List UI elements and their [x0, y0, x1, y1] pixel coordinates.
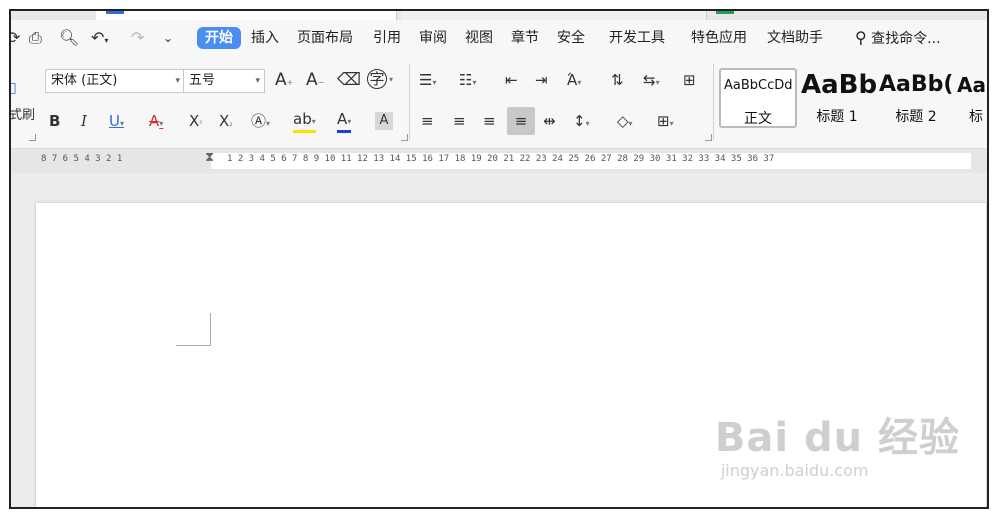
menu-tab-review[interactable]: 审阅	[419, 29, 447, 47]
bold-icon[interactable]: B	[49, 111, 60, 131]
font-size-select[interactable]: 五号 ▾	[183, 69, 265, 93]
doc-tab-marker	[716, 11, 734, 14]
format-painter-label[interactable]: 式刷	[11, 106, 35, 126]
text-direction-icon[interactable]: Ά▾	[567, 70, 581, 93]
watermark-brand: Bai du 经验	[714, 415, 960, 461]
menu-bar: ⟳ ⎙ 🔍︎ ↶▾ ↷ ⌄ 开始 插入 页面布局 引用 审阅 视图 章节 安全 …	[11, 20, 987, 56]
menu-tab-security[interactable]: 安全	[557, 29, 585, 47]
ruler-right-numbers: 1 2 3 4 5 6 7 8 9 10 11 12 13 14 15 16 1…	[227, 154, 775, 164]
style-preview: AaBbCcDd	[724, 78, 793, 93]
bullet-list-icon[interactable]: ☰▾	[419, 70, 436, 93]
menu-tab-page-layout[interactable]: 页面布局	[297, 29, 353, 47]
watermark-url: jingyan.baidu.com	[720, 461, 869, 480]
print-icon[interactable]: ⎙	[29, 28, 42, 48]
doc-tab[interactable]	[401, 11, 707, 20]
font-name-value: 宋体 (正文)	[51, 73, 118, 88]
grow-font-icon[interactable]: A+	[275, 70, 293, 93]
style-heading-1[interactable]: AaBb 标题 1	[797, 68, 877, 128]
shrink-font-icon[interactable]: A−	[306, 70, 324, 93]
redo-icon[interactable]: ↷	[131, 28, 144, 48]
style-preview: AaI	[957, 73, 987, 97]
font-name-select[interactable]: 宋体 (正文) ▾	[45, 69, 185, 93]
menu-tab-insert[interactable]: 插入	[251, 29, 279, 47]
format-painter-icon[interactable]: ▯	[11, 78, 17, 98]
menu-tab-chapter[interactable]: 章节	[511, 29, 539, 47]
align-center-icon[interactable]: ≡	[453, 111, 466, 131]
command-search-label: 查找命令...	[871, 31, 941, 47]
paragraph-group-launcher[interactable]	[705, 134, 712, 141]
menu-tab-references[interactable]: 引用	[373, 29, 401, 47]
group-separator	[713, 64, 714, 140]
align-right-icon[interactable]: ≡	[483, 111, 496, 131]
justify-icon[interactable]: ≡	[507, 107, 535, 135]
line-break-icon[interactable]: ⇆▾	[643, 70, 660, 93]
distribute-icon[interactable]: ⇹	[543, 111, 556, 131]
chevron-down-icon[interactable]: ▾	[389, 70, 393, 90]
underline-icon[interactable]: U▾	[109, 111, 124, 134]
shading-icon[interactable]: ◇▾	[617, 111, 633, 134]
clear-format-icon[interactable]: ⌫	[337, 70, 361, 90]
clipboard-group-launcher[interactable]	[29, 134, 36, 141]
menu-tab-doc-assistant[interactable]: 文档助手	[767, 29, 823, 47]
style-name: 标	[969, 109, 983, 125]
font-color-icon[interactable]: A▾	[337, 111, 352, 133]
borders-icon[interactable]: ⊞▾	[657, 111, 674, 134]
subscript-icon[interactable]: X₂	[219, 111, 233, 134]
style-heading-2[interactable]: AaBb( 标题 2	[877, 68, 955, 128]
char-shading-icon[interactable]: A	[375, 112, 393, 130]
italic-icon[interactable]: I	[81, 111, 87, 131]
decrease-indent-icon[interactable]: ⇤	[505, 70, 518, 90]
menu-tab-view[interactable]: 视图	[465, 29, 493, 47]
margin-crop-mark	[176, 313, 211, 346]
line-spacing-icon[interactable]: ↕▾	[573, 111, 590, 134]
doc-tab-marker	[106, 11, 124, 14]
chevron-down-icon: ▾	[175, 76, 180, 86]
numbered-list-icon[interactable]: ☷▾	[459, 70, 476, 93]
doc-tab[interactable]	[96, 11, 397, 20]
watermark: Bai du 经验 jingyan.baidu.com	[715, 405, 960, 480]
menu-tab-special-apps[interactable]: 特色应用	[691, 29, 747, 47]
increase-indent-icon[interactable]: ⇥	[535, 70, 548, 90]
ribbon: ▯ 式刷 宋体 (正文) ▾ 五号 ▾ A+ A− ⌫ 字 ▾ B I U▾ A…	[11, 56, 987, 149]
style-preview: AaBb(	[879, 72, 954, 97]
style-preview: AaBb	[801, 70, 878, 100]
ruler-left-numbers: 8 7 6 5 4 3 2 1	[41, 154, 123, 164]
menu-tab-start[interactable]: 开始	[197, 27, 241, 49]
redo-partial-icon[interactable]: ⟳	[11, 28, 20, 48]
style-name: 正文	[744, 111, 772, 127]
highlight-icon[interactable]: ab▾	[293, 111, 316, 133]
font-size-value: 五号	[189, 73, 216, 88]
search-icon: ⚲	[855, 28, 867, 47]
style-normal[interactable]: AaBbCcDd 正文	[719, 68, 797, 128]
style-name: 标题 1	[816, 109, 858, 125]
group-separator	[409, 64, 410, 140]
text-effect-icon[interactable]: Ⓐ▾	[251, 111, 270, 134]
superscript-icon[interactable]: X²	[189, 111, 203, 134]
indent-marker-icon[interactable]: ⧗	[205, 150, 214, 165]
chevron-down-icon: ▾	[255, 76, 260, 86]
sort-icon[interactable]: ⇅	[611, 70, 624, 90]
pinyin-guide-icon[interactable]: 字	[367, 69, 387, 89]
style-heading-3[interactable]: AaI 标	[955, 68, 987, 128]
strikethrough-icon[interactable]: A▾	[149, 111, 163, 134]
font-group-launcher[interactable]	[401, 134, 408, 141]
undo-icon[interactable]: ↶▾	[91, 28, 108, 51]
menu-tab-developer[interactable]: 开发工具	[609, 29, 665, 47]
table-border-icon[interactable]: ⊞	[683, 70, 696, 90]
style-name: 标题 2	[895, 109, 937, 125]
command-search[interactable]: ⚲ 查找命令...	[855, 29, 941, 48]
quick-access-more-icon[interactable]: ⌄	[163, 28, 173, 48]
align-left-icon[interactable]: ≡	[421, 111, 434, 131]
horizontal-ruler[interactable]: 8 7 6 5 4 3 2 1 ⧗ 1 2 3 4 5 6 7 8 9 10 1…	[11, 149, 987, 174]
print-preview-icon[interactable]: 🔍︎	[59, 28, 79, 48]
